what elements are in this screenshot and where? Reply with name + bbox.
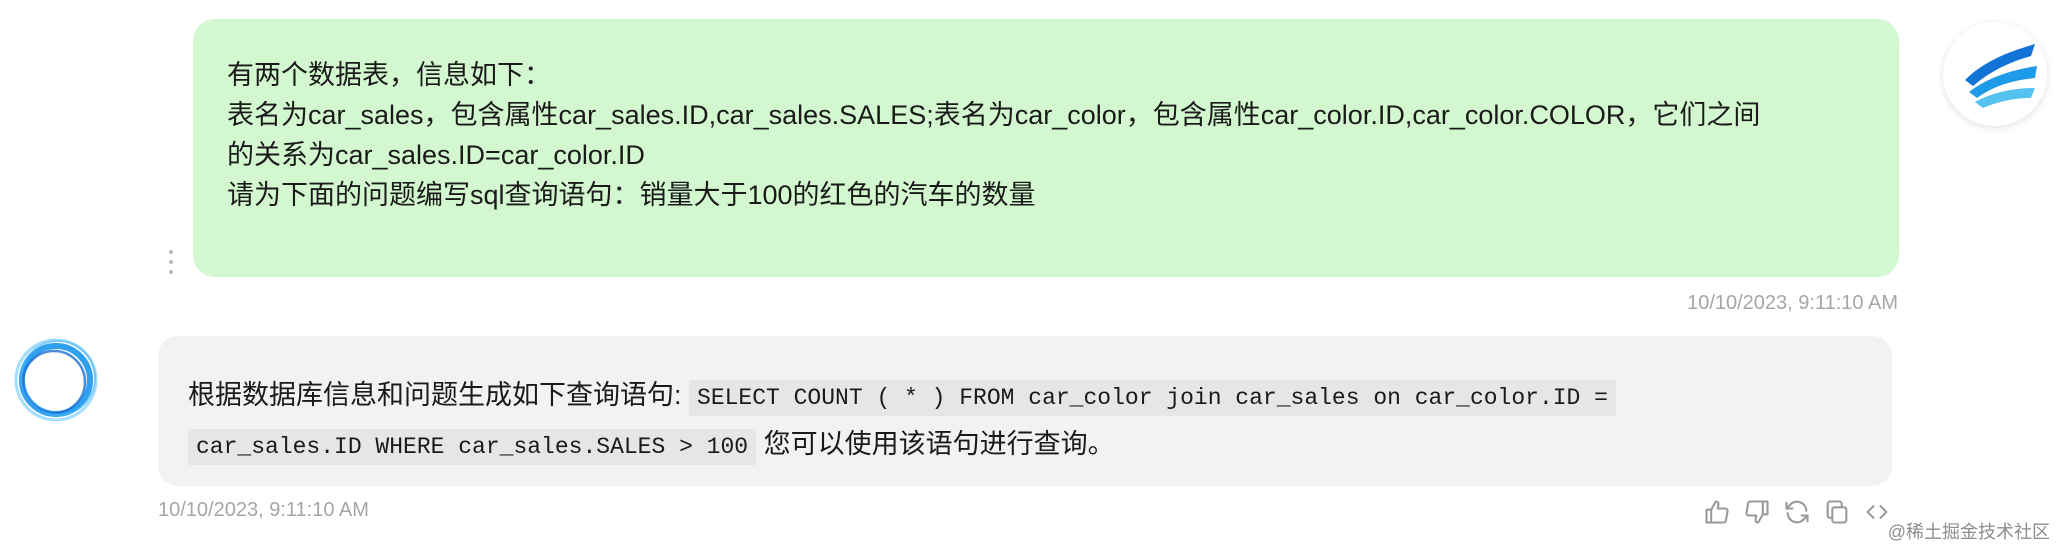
regenerate-icon xyxy=(1785,500,1809,524)
thumbs-up-icon xyxy=(1705,500,1729,524)
regenerate-button[interactable] xyxy=(1780,495,1814,529)
user-avatar[interactable] xyxy=(1943,22,2047,126)
thumbs-down-button[interactable] xyxy=(1740,495,1774,529)
thumbs-down-icon xyxy=(1745,500,1769,524)
user-message-line: 有两个数据表，信息如下： xyxy=(227,60,551,90)
user-message-line: 表名为car_sales，包含属性car_sales.ID,car_sales.… xyxy=(227,100,1761,130)
user-message-bubble: 有两个数据表，信息如下： 表名为car_sales，包含属性car_sales.… xyxy=(193,19,1899,277)
assistant-message-bubble: 根据数据库信息和问题生成如下查询语句: SELECT COUNT ( * ) F… xyxy=(158,336,1892,486)
copy-icon xyxy=(1826,500,1848,524)
assistant-message-line-2: car_sales.ID WHERE car_sales.SALES > 100… xyxy=(188,421,1862,470)
inline-code-sql: car_sales.ID WHERE car_sales.SALES > 100 xyxy=(188,429,757,465)
copy-button[interactable] xyxy=(1820,495,1854,529)
handle-dot xyxy=(169,270,173,274)
assistant-message-line-1: 根据数据库信息和问题生成如下查询语句: SELECT COUNT ( * ) F… xyxy=(188,372,1862,421)
handle-dot xyxy=(169,250,173,254)
user-message-line: 请为下面的问题编写sql查询语句：销量大于100的红色的汽车的数量 xyxy=(227,180,1036,210)
assistant-message-suffix: 您可以使用该语句进行查询。 xyxy=(756,429,1115,459)
app-logo-icon xyxy=(1965,44,2037,108)
assistant-ring-icon xyxy=(14,338,98,422)
assistant-message-timestamp: 10/10/2023, 9:11:10 AM xyxy=(158,499,369,521)
handle-dot xyxy=(169,260,173,264)
watermark: @稀土掘金技术社区 xyxy=(1887,522,2050,542)
user-message-line: 的关系为car_sales.ID=car_color.ID xyxy=(227,140,645,170)
message-action-bar xyxy=(1700,494,1894,530)
inline-code-sql: SELECT COUNT ( * ) FROM car_color join c… xyxy=(689,380,1616,416)
assistant-message-prefix: 根据数据库信息和问题生成如下查询语句: xyxy=(188,380,690,410)
message-drag-handle[interactable] xyxy=(166,250,176,274)
thumbs-up-button[interactable] xyxy=(1700,495,1734,529)
user-message-timestamp: 10/10/2023, 9:11:10 AM xyxy=(1687,292,1898,314)
assistant-avatar xyxy=(6,330,106,430)
